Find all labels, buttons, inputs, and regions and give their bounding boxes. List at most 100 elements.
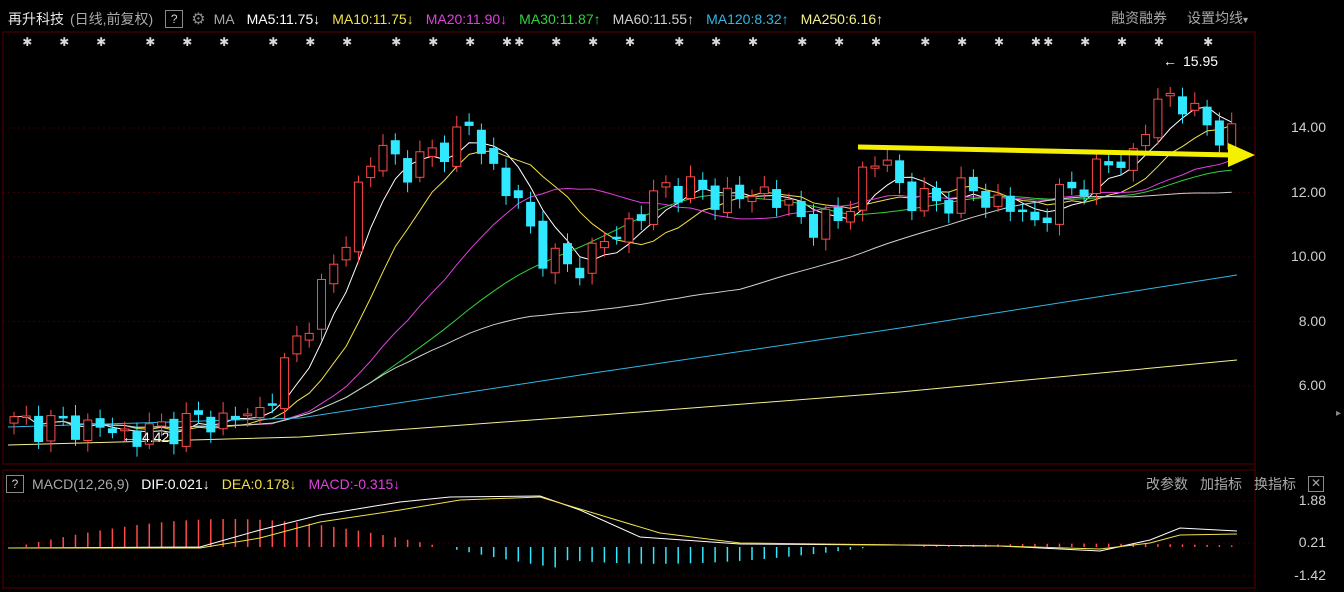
- ma10-line: [13, 124, 1232, 431]
- candle-up: [1153, 98, 1163, 139]
- candle-up: [993, 194, 1003, 207]
- candle-down: [526, 201, 536, 227]
- candle-down: [932, 187, 941, 202]
- candle-up: [1091, 158, 1101, 194]
- candle-down: [895, 160, 905, 184]
- macd-title: MACD(12,26,9): [32, 476, 130, 492]
- candle-down: [673, 185, 683, 203]
- signal-marker-icon: ✱: [182, 35, 192, 49]
- signal-marker-icon: ✱: [625, 35, 635, 49]
- candle-down: [772, 189, 782, 208]
- candle-up: [599, 241, 609, 249]
- signal-marker-icon: ✱: [994, 35, 1004, 49]
- candle-up: [243, 413, 253, 417]
- candle-up: [686, 176, 695, 199]
- dif-text: DIF:0.021: [141, 476, 203, 492]
- macd-help-icon[interactable]: ?: [6, 475, 24, 493]
- candle-down: [1018, 209, 1028, 213]
- signal-marker-icon: ✱: [59, 35, 69, 49]
- candle-down: [907, 181, 917, 212]
- dea-value: DEA:0.178↓: [222, 476, 297, 492]
- dif-line: [7, 495, 1238, 552]
- kline-chart[interactable]: ✱ ✱ ✱ ✱ ✱ ✱ ✱ ✱ ✱ ✱ ✱ ✱ ✱ ✱ ✱ ✱ ✱ ✱ ✱ ✱ ✱ ✱ ✱ ✱ ✱ ✱ ✱ ✱ ✱ ✱ ✱ ✱ 15.95 4…: [0, 0, 1344, 592]
- candle-down: [169, 418, 179, 445]
- moving-average-lines: [7, 106, 1238, 446]
- candle-up: [304, 332, 314, 341]
- candle-down: [464, 121, 474, 126]
- candle-down: [944, 200, 954, 214]
- signal-marker-icon: ✱: [1117, 35, 1127, 49]
- ma5-line: [13, 106, 1232, 434]
- price-axis-label: 8.00: [1298, 312, 1326, 329]
- candle-up: [415, 151, 425, 178]
- candle-up: [366, 165, 376, 179]
- candle-up: [550, 247, 560, 274]
- candle-down: [501, 167, 511, 197]
- candle-down: [833, 207, 843, 222]
- candle-down: [698, 179, 708, 190]
- candle-down: [95, 418, 105, 428]
- macd-axis-label: -1.42: [1294, 567, 1326, 583]
- candle-down: [194, 410, 203, 415]
- macd-value: MACD:-0.315↓: [308, 476, 400, 492]
- signal-marker-icon: ✱: [957, 35, 967, 49]
- candle-down: [981, 190, 991, 208]
- macd-header: ? MACD(12,26,9) DIF:0.021↓ DEA:0.178↓ MA…: [0, 474, 1344, 494]
- candle-up: [587, 242, 597, 274]
- candle-up: [280, 357, 290, 410]
- add-indicator-button[interactable]: 加指标: [1200, 474, 1242, 494]
- candle-down: [538, 220, 548, 269]
- candle-down: [1005, 195, 1015, 212]
- candle-up: [353, 181, 363, 253]
- dea-line: [8, 496, 1238, 550]
- candle-down: [489, 148, 499, 164]
- low-price-label: 4.42: [142, 429, 169, 445]
- price-axis-label: 14.00: [1290, 119, 1326, 135]
- candle-down: [809, 213, 818, 238]
- candle-up: [157, 421, 167, 427]
- signal-marker-icon: ✱: [219, 35, 229, 49]
- low-pointer-icon: ←: [122, 429, 136, 445]
- candle-down: [107, 428, 117, 434]
- ma250-line: [7, 359, 1238, 446]
- candle-down: [796, 201, 806, 218]
- signal-marker-icon: ✱: [711, 35, 721, 49]
- switch-indicator-button[interactable]: 换指标: [1254, 474, 1296, 494]
- signal-marker-icon: ✱: [1043, 35, 1053, 49]
- signal-marker-icon: ✱: [465, 35, 475, 49]
- candle-down: [563, 243, 572, 265]
- candle-up: [649, 190, 659, 225]
- candle-up: [747, 195, 757, 203]
- close-icon[interactable]: ✕: [1308, 476, 1324, 492]
- candle-down: [636, 214, 646, 221]
- candle-down: [1202, 106, 1212, 126]
- signal-marker-icon: ✱: [428, 35, 438, 49]
- candle-down: [1042, 217, 1052, 224]
- signal-marker-icon: ✱: [342, 35, 352, 49]
- high-pointer-icon: ←: [1163, 53, 1177, 69]
- scroll-handle-icon[interactable]: ▸: [1336, 408, 1342, 428]
- signal-marker-icon: ✱: [834, 35, 844, 49]
- signal-marker-icon: ✱: [1031, 35, 1041, 49]
- candle-down: [735, 184, 745, 200]
- price-axis-label: 6.00: [1298, 377, 1326, 393]
- dea-text: DEA:0.178: [221, 476, 290, 492]
- candle-up: [329, 263, 339, 285]
- candle-up: [858, 166, 868, 211]
- price-axis-label: 10.00: [1290, 248, 1326, 264]
- candle-up: [46, 415, 56, 442]
- edit-params-button[interactable]: 改参数: [1146, 474, 1188, 494]
- dea-arrow-icon: ↓: [289, 476, 297, 492]
- candle-down: [1116, 161, 1126, 168]
- signal-markers: ✱ ✱ ✱ ✱ ✱ ✱ ✱ ✱ ✱ ✱ ✱ ✱ ✱ ✱ ✱ ✱ ✱ ✱ ✱ ✱ ✱ ✱ ✱ ✱ ✱ ✱ ✱ ✱ ✱ ✱ ✱ ✱: [22, 35, 1213, 49]
- dif-arrow-icon: ↓: [202, 476, 210, 492]
- price-axis-label: 12.00: [1290, 183, 1326, 200]
- macd-axis-label: 1.88: [1298, 492, 1326, 508]
- signal-marker-icon: ✱: [268, 35, 278, 49]
- price-gridlines: [3, 127, 1255, 577]
- signal-marker-icon: ✱: [1203, 35, 1213, 49]
- candle-up: [1165, 92, 1175, 97]
- ma60-line: [13, 191, 1232, 429]
- candle-down: [575, 267, 585, 279]
- macd-chart: [7, 495, 1238, 568]
